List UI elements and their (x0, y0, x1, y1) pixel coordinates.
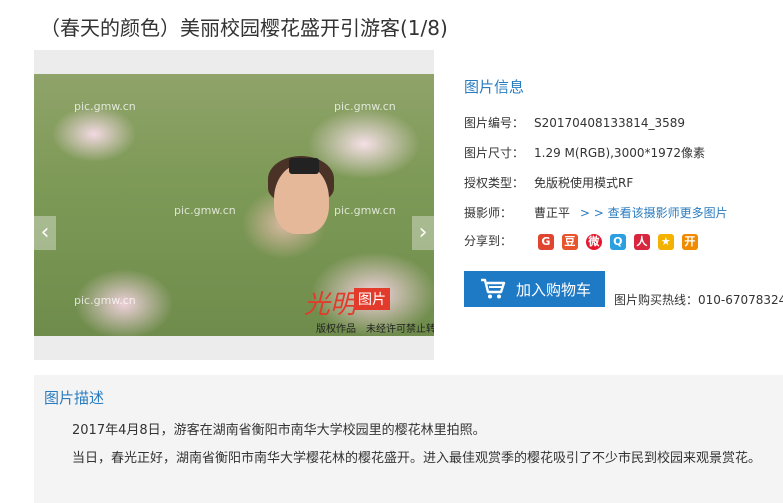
photo-viewer: pic.gmw.cn pic.gmw.cn pic.gmw.cn pic.gmw… (34, 50, 434, 360)
info-key: 图片编号： (464, 116, 525, 130)
google-icon[interactable]: G (537, 233, 554, 250)
purchase-hotline: 图片购买热线：010-67078324 (614, 293, 783, 307)
douban-icon[interactable]: 豆 (561, 233, 578, 250)
watermark-site: pic.gmw.cn (74, 100, 136, 113)
info-row-id: 图片编号： S20170408133814_3589 (464, 114, 685, 131)
watermark-site: pic.gmw.cn (334, 204, 396, 217)
description-section: 图片描述 2017年4月8日，游客在湖南省衡阳市南华大学校园里的樱花林里拍照。 … (34, 375, 783, 503)
info-value: S20170408133814_3589 (534, 116, 686, 130)
info-row-license: 授权类型： 免版税使用模式RF (464, 174, 633, 191)
info-row-share: 分享到： G 豆 微 Q 人 ★ 开 (464, 232, 698, 250)
add-to-cart-button[interactable]: 加入购物车 (464, 271, 605, 307)
photographer-name[interactable]: 曹正平 (534, 206, 570, 220)
main-photo[interactable]: pic.gmw.cn pic.gmw.cn pic.gmw.cn pic.gmw… (34, 74, 434, 336)
favorite-star-icon[interactable]: ★ (657, 233, 674, 250)
info-heading: 图片信息 (464, 78, 525, 96)
info-value: 1.29 M(RGB),3000*1972像素 (534, 146, 706, 160)
info-value: 免版税使用模式RF (534, 176, 634, 190)
next-photo-button[interactable]: › (412, 216, 434, 250)
watermark-site: pic.gmw.cn (174, 204, 236, 217)
description-heading: 图片描述 (44, 389, 105, 407)
watermark-site: pic.gmw.cn (74, 294, 136, 307)
add-to-cart-label: 加入购物车 (516, 280, 592, 299)
page-title: （春天的颜色）美丽校园樱花盛开引游客(1/8) (40, 16, 448, 40)
photo-subject-face (274, 164, 329, 234)
qzone-icon[interactable]: Q (609, 233, 626, 250)
cart-icon (481, 278, 506, 299)
info-key: 摄影师： (464, 206, 513, 220)
info-key: 分享到： (464, 234, 513, 248)
watermark-brand: 图片 (354, 288, 390, 310)
watermark-logo: 光明 (304, 290, 357, 320)
more-by-photographer-link[interactable]: > > 查看该摄影师更多图片 (580, 206, 728, 220)
copyright-notice: 版权作品 未经许可禁止转载 (316, 324, 434, 335)
description-paragraph: 当日，春光正好，湖南省衡阳市南华大学樱花林的樱花盛开。进入最佳观赏季的樱花吸引了… (72, 451, 762, 466)
info-key: 图片尺寸： (464, 146, 525, 160)
description-paragraph: 2017年4月8日，游客在湖南省衡阳市南华大学校园里的樱花林里拍照。 (72, 423, 486, 438)
weibo-icon[interactable]: 微 (585, 233, 602, 250)
prev-photo-button[interactable]: ‹ (34, 216, 56, 250)
info-key: 授权类型： (464, 176, 525, 190)
watermark-site: pic.gmw.cn (334, 100, 396, 113)
photo-subject-camera (289, 158, 319, 174)
info-row-photographer: 摄影师： 曹正平 > > 查看该摄影师更多图片 (464, 204, 728, 221)
info-row-size: 图片尺寸： 1.29 M(RGB),3000*1972像素 (464, 144, 705, 161)
renren-icon[interactable]: 人 (633, 233, 650, 250)
kaixin-icon[interactable]: 开 (681, 233, 698, 250)
